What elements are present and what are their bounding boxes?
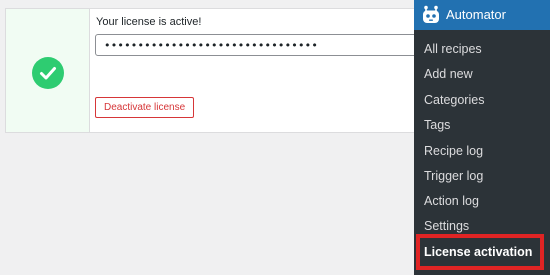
menu-item-categories[interactable]: Categories [424,93,484,107]
license-key-input[interactable] [95,34,425,56]
deactivate-license-button[interactable]: Deactivate license [95,97,195,118]
menu-item-action-log[interactable]: Action log [424,194,479,208]
automator-robot-icon [423,5,439,23]
automator-menu-title: Automator [446,7,506,22]
menu-item-trigger-log[interactable]: Trigger log [424,169,483,183]
license-status-message: Your license is active! [96,16,202,28]
check-circle-icon [32,57,64,89]
automator-menu-header[interactable]: Automator [414,0,550,30]
license-activation-highlight [416,234,544,270]
menu-item-tags[interactable]: Tags [424,118,450,132]
menu-item-recipe-log[interactable]: Recipe log [424,144,483,158]
license-card [5,8,425,133]
menu-item-add-new[interactable]: Add new [424,67,473,81]
menu-item-settings[interactable]: Settings [424,219,469,233]
menu-item-all-recipes[interactable]: All recipes [424,42,482,56]
license-status-panel [6,9,90,132]
